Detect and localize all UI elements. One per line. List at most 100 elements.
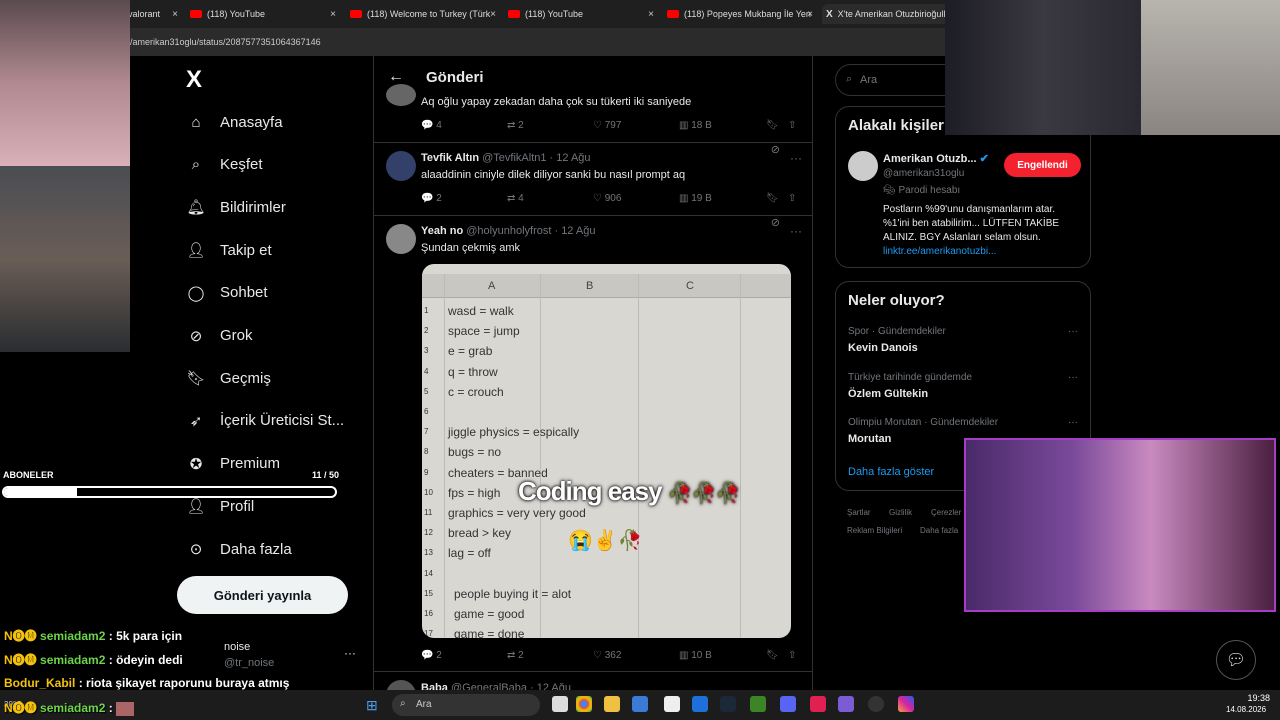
more-icon[interactable]: ··· [1068, 326, 1078, 337]
explorer-icon[interactable] [604, 696, 620, 712]
like-button[interactable]: ♡ 797 [593, 120, 621, 131]
nav-item-search[interactable]: ⌕ Keşfet [186, 150, 263, 180]
app-icon[interactable] [692, 696, 708, 712]
clock-date[interactable]: 14.08.2026 [1226, 705, 1266, 714]
repost-button[interactable]: ⇄ 2 [507, 650, 524, 661]
profile-name[interactable]: Amerikan Otuzb... ✔ [883, 152, 989, 165]
views-button[interactable]: ▥ 19 B [679, 193, 712, 204]
like-button[interactable]: ♡ 362 [593, 650, 621, 661]
taskview-icon[interactable] [552, 696, 568, 712]
close-icon[interactable]: × [490, 9, 496, 20]
app-icon[interactable] [810, 696, 826, 712]
account-name[interactable]: noise [224, 641, 250, 653]
tweet-image[interactable]: A B C 1 wasd = walk 2 space = jump 3 e = grab… [422, 264, 791, 638]
profile-link[interactable]: linktr.ee/amerikanotuzbi... [883, 246, 996, 257]
nav-item-rocket[interactable]: ➶ İçerik Üreticisi St... [186, 406, 344, 436]
nav-item-premium[interactable]: ✪ Premium [186, 449, 280, 479]
browser-tab-active[interactable]: X X'te Amerikan Otuzbirioğulla [822, 4, 952, 24]
youtube-icon [350, 10, 362, 18]
share-icon[interactable]: ⇧ [788, 650, 796, 661]
footer-link[interactable]: Daha fazla [920, 526, 958, 535]
reply-button[interactable]: 💬 2 [421, 650, 442, 661]
post-button[interactable]: Gönderi yayınla [177, 576, 348, 614]
nav-item-more[interactable]: ⊙ Daha fazla [186, 534, 292, 564]
windows-start-icon[interactable]: ⊞ [366, 697, 378, 714]
like-button[interactable]: ♡ 906 [593, 193, 621, 204]
nav-item-bookmark[interactable]: 🔖︎ Geçmiş [186, 363, 270, 393]
sheet-cell: bugs = no [448, 445, 502, 460]
browser-tab[interactable]: (118) Popeyes Mukbang İle Yen × [667, 4, 813, 24]
show-more-link[interactable]: Daha fazla göster [848, 466, 934, 478]
nav-item-home[interactable]: ⌂ Anasayfa [186, 107, 282, 137]
app-icon[interactable] [838, 696, 854, 712]
more-icon[interactable]: ··· [1068, 417, 1078, 428]
repost-button[interactable]: ⇄ 4 [507, 193, 524, 204]
bookmark-icon[interactable]: 🔖︎ [766, 120, 779, 131]
bookmark-icon[interactable]: 🔖︎ [766, 193, 779, 204]
sheet-cell: q = throw [448, 364, 498, 379]
footer-link[interactable]: Gizlilik [889, 508, 912, 517]
nav-item-bell[interactable]: 🔔︎ Bildirimler [186, 192, 285, 222]
nav-item-grok[interactable]: ⊘ Grok [186, 321, 253, 351]
trend-item[interactable]: Spor · Gündemdekiler Kevin Danois ··· [848, 326, 1078, 354]
reply-button[interactable]: 💬 2 [421, 193, 442, 204]
avatar[interactable] [386, 84, 416, 106]
trend-item[interactable]: Türkiye tarihinde gündemde Özlem Gültekin… [848, 372, 1078, 400]
instagram-icon[interactable] [898, 696, 914, 712]
store-icon[interactable] [632, 696, 648, 712]
minecraft-icon[interactable] [750, 696, 766, 712]
avatar[interactable] [386, 224, 416, 254]
repost-button[interactable]: ⇄ 2 [507, 120, 524, 131]
footer-link[interactable]: Şartlar [847, 508, 871, 517]
blocked-button[interactable]: Engellendi [1004, 153, 1081, 177]
app-icon[interactable] [664, 696, 680, 712]
chrome-icon[interactable] [576, 696, 592, 712]
nav-item-chat[interactable]: ◯ Sohbet [186, 278, 268, 308]
clock-time[interactable]: 19:38 [1238, 693, 1270, 703]
close-icon[interactable]: × [330, 9, 336, 20]
app-icon[interactable] [868, 696, 884, 712]
browser-tab[interactable]: (118) Welcome to Turkey (Türk × [350, 4, 496, 24]
sheet-cell: bread > key [448, 526, 512, 541]
avatar[interactable] [386, 151, 416, 181]
reply-button[interactable]: 💬 4 [421, 120, 442, 131]
profile-handle[interactable]: @amerikan31oglu [883, 168, 964, 179]
subs-label: ABONELER [3, 470, 54, 480]
youtube-icon [667, 10, 679, 18]
account-more-icon[interactable]: ··· [344, 646, 356, 660]
footer-link[interactable]: Reklam Bilgileri [847, 526, 902, 535]
browser-tab[interactable]: (118) YouTube × [508, 4, 654, 24]
author-name[interactable]: Yeah no [421, 225, 463, 237]
steam-icon[interactable] [720, 696, 736, 712]
nav-item-follow[interactable]: 👤︎ Takip et [186, 235, 271, 265]
more-icon[interactable]: ··· [790, 224, 802, 238]
x-logo-icon[interactable]: X [186, 66, 202, 94]
footer-link[interactable]: Çerezler [931, 508, 961, 517]
share-icon[interactable]: ⇧ [788, 120, 796, 131]
views-button[interactable]: ▥ 10 B [679, 650, 712, 661]
author-handle[interactable]: @holyunholyfrost [466, 225, 551, 237]
author-name[interactable]: Tevfik Altın [421, 152, 479, 164]
tweet[interactable]: Yeah no @holyunholyfrost · 12 Ağu ⊘ ··· … [374, 216, 812, 672]
tweet[interactable]: Tevfik Altın @TevfikAltn1 · 12 Ağu ⊘ ···… [374, 143, 812, 216]
more-icon[interactable]: ··· [790, 151, 802, 165]
close-icon[interactable]: × [172, 9, 178, 20]
close-icon[interactable]: × [807, 9, 813, 20]
close-icon[interactable]: × [648, 9, 654, 20]
tweet-time[interactable]: · 12 Ağu [550, 152, 591, 164]
grok-icon[interactable]: ⊘ [771, 216, 780, 229]
more-icon[interactable]: ··· [1068, 372, 1078, 383]
messages-fab-icon[interactable]: 💬︎ [1216, 640, 1256, 680]
grok-icon[interactable]: ⊘ [771, 143, 780, 156]
tweet-time[interactable]: · 12 Ağu [554, 225, 595, 237]
avatar[interactable] [848, 151, 878, 181]
browser-tab[interactable]: valorant × [128, 4, 178, 24]
author-handle[interactable]: @TevfikAltn1 [482, 152, 546, 164]
tweet[interactable]: Aq oğlu yapay zekadan daha çok su tükert… [374, 84, 812, 143]
views-button[interactable]: ▥ 18 B [679, 120, 712, 131]
taskbar-search[interactable]: ⌕ Ara [392, 694, 540, 716]
discord-icon[interactable] [780, 696, 796, 712]
bookmark-icon[interactable]: 🔖︎ [766, 650, 779, 661]
browser-tab[interactable]: (118) YouTube × [190, 4, 336, 24]
share-icon[interactable]: ⇧ [788, 193, 796, 204]
